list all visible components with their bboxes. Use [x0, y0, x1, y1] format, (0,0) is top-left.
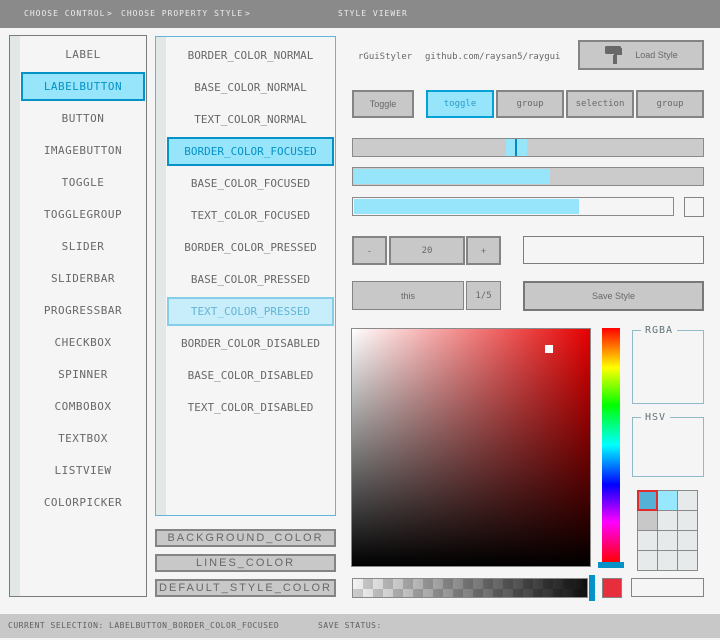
- control-list-item[interactable]: COLORPICKER: [21, 488, 145, 517]
- toggle-group-item[interactable]: selection: [566, 90, 634, 118]
- control-list-item[interactable]: TOGGLEGROUP: [21, 200, 145, 229]
- combobox-counter[interactable]: 1/5: [466, 281, 501, 310]
- controls-scrollbar[interactable]: [10, 36, 20, 596]
- crumb-style-viewer: STYLE VIEWER: [338, 9, 408, 18]
- color-swatch[interactable]: [658, 511, 677, 530]
- controls-items: LABEL LABELBUTTON BUTTON IMAGEBUTTON TOGGLE T…: [21, 40, 145, 520]
- color-swatch[interactable]: [678, 551, 697, 570]
- toggle-button[interactable]: Toggle: [352, 90, 414, 118]
- control-list-item[interactable]: PROGRESSBAR: [21, 296, 145, 325]
- control-list-item[interactable]: BUTTON: [21, 104, 145, 133]
- spinner-value[interactable]: 20: [389, 236, 465, 265]
- toggle-group: toggle group selection group: [426, 90, 704, 118]
- crumb-choose-control: CHOOSE CONTROL: [24, 9, 106, 18]
- color-swatch-grid: [637, 490, 698, 571]
- text-input[interactable]: [523, 236, 704, 264]
- current-color-swatch: [602, 578, 622, 598]
- property-list-item[interactable]: BORDER_COLOR_PRESSED: [167, 233, 334, 262]
- control-list-item[interactable]: LABELBUTTON: [21, 72, 145, 101]
- color-swatch[interactable]: [678, 511, 697, 530]
- paint-roller-icon: [604, 45, 626, 65]
- control-list-item[interactable]: LABEL: [21, 40, 145, 69]
- color-picker-cursor[interactable]: [545, 345, 553, 353]
- color-swatch[interactable]: [678, 491, 697, 510]
- repo-link: github.com/raysan5/raygui: [425, 52, 561, 62]
- save-style-button[interactable]: Save Style: [523, 281, 704, 311]
- property-list-item[interactable]: BASE_COLOR_FOCUSED: [167, 169, 334, 198]
- color-swatch[interactable]: [658, 531, 677, 550]
- property-list-item[interactable]: TEXT_COLOR_DISABLED: [167, 393, 334, 422]
- load-style-button[interactable]: Load Style: [578, 40, 704, 70]
- control-list-item[interactable]: SLIDERBAR: [21, 264, 145, 293]
- toggle-group-item[interactable]: group: [496, 90, 564, 118]
- properties-listview: BORDER_COLOR_NORMAL BASE_COLOR_NORMAL TEXT…: [155, 36, 336, 516]
- properties-scrollbar[interactable]: [156, 37, 166, 515]
- property-list-item[interactable]: BORDER_COLOR_DISABLED: [167, 329, 334, 358]
- control-list-item[interactable]: LISTVIEW: [21, 456, 145, 485]
- status-bar: CURRENT SELECTION: LABELBUTTON_BORDER_CO…: [0, 614, 720, 638]
- property-list-item[interactable]: TEXT_COLOR_NORMAL: [167, 105, 334, 134]
- crumb-choose-property-style: CHOOSE PROPERTY STYLE: [121, 9, 244, 18]
- rgba-groupbox: RGBA: [632, 325, 704, 404]
- property-list-item[interactable]: BASE_COLOR_PRESSED: [167, 265, 334, 294]
- rguistyler-window: CHOOSE CONTROL > CHOOSE PROPERTY STYLE >…: [0, 0, 720, 640]
- spinner-decrement-button[interactable]: -: [352, 236, 387, 265]
- alpha-bar[interactable]: [352, 578, 588, 598]
- control-list-item[interactable]: CHECKBOX: [21, 328, 145, 357]
- spinner-increment-button[interactable]: +: [466, 236, 501, 265]
- control-list-item[interactable]: IMAGEBUTTON: [21, 136, 145, 165]
- hsv-label: HSV: [641, 412, 671, 423]
- color-swatch[interactable]: [658, 491, 677, 510]
- default-style-color-button[interactable]: DEFAULT_STYLE_COLOR: [155, 579, 336, 597]
- hue-bar[interactable]: [602, 328, 620, 562]
- property-list-item[interactable]: BASE_COLOR_NORMAL: [167, 73, 334, 102]
- slider-knob-line: [515, 139, 517, 156]
- control-list-item[interactable]: TOGGLE: [21, 168, 145, 197]
- color-swatch[interactable]: [678, 531, 697, 550]
- sliderbar[interactable]: [352, 167, 704, 186]
- current-selection-status: CURRENT SELECTION: LABELBUTTON_BORDER_CO…: [8, 621, 280, 630]
- control-list-item[interactable]: COMBOBOX: [21, 392, 145, 421]
- slider[interactable]: [352, 138, 704, 157]
- chevron-right-icon: >: [245, 9, 251, 18]
- properties-items: BORDER_COLOR_NORMAL BASE_COLOR_NORMAL TEXT…: [167, 41, 334, 425]
- color-swatch[interactable]: [638, 551, 657, 570]
- control-list-item[interactable]: SLIDER: [21, 232, 145, 261]
- control-list-item[interactable]: TEXTBOX: [21, 424, 145, 453]
- hex-value-box[interactable]: [631, 578, 704, 597]
- rgba-label: RGBA: [641, 325, 678, 336]
- controls-listview: LABEL LABELBUTTON BUTTON IMAGEBUTTON TOGGLE T…: [9, 35, 147, 597]
- hue-bar-cursor[interactable]: [598, 562, 624, 568]
- background-color-button[interactable]: BACKGROUND_COLOR: [155, 529, 336, 547]
- control-list-item[interactable]: SPINNER: [21, 360, 145, 389]
- progressbar-fill: [354, 199, 579, 214]
- load-style-label: Load Style: [635, 50, 678, 60]
- save-status: SAVE STATUS:: [318, 621, 382, 630]
- top-bar: CHOOSE CONTROL > CHOOSE PROPERTY STYLE >…: [0, 0, 720, 28]
- hsv-groupbox: HSV: [632, 412, 704, 477]
- checkbox[interactable]: [684, 197, 704, 217]
- toggle-group-item[interactable]: toggle: [426, 90, 494, 118]
- color-swatch[interactable]: [658, 551, 677, 570]
- chevron-right-icon: >: [107, 9, 113, 18]
- color-swatch[interactable]: [638, 511, 657, 530]
- alpha-bar-cursor[interactable]: [589, 575, 595, 601]
- slider-knob[interactable]: [506, 139, 527, 156]
- property-list-item[interactable]: BORDER_COLOR_FOCUSED: [167, 137, 334, 166]
- property-list-item[interactable]: BORDER_COLOR_NORMAL: [167, 41, 334, 70]
- combobox-button[interactable]: this: [352, 281, 464, 310]
- progressbar: [352, 197, 674, 216]
- app-title: rGuiStyler: [358, 52, 413, 62]
- property-list-item[interactable]: TEXT_COLOR_FOCUSED: [167, 201, 334, 230]
- toggle-group-item[interactable]: group: [636, 90, 704, 118]
- color-swatch[interactable]: [637, 490, 658, 511]
- sliderbar-fill: [354, 169, 550, 184]
- color-swatch[interactable]: [638, 531, 657, 550]
- property-list-item[interactable]: TEXT_COLOR_PRESSED: [167, 297, 334, 326]
- property-list-item[interactable]: BASE_COLOR_DISABLED: [167, 361, 334, 390]
- lines-color-button[interactable]: LINES_COLOR: [155, 554, 336, 572]
- color-picker-area[interactable]: [351, 328, 591, 567]
